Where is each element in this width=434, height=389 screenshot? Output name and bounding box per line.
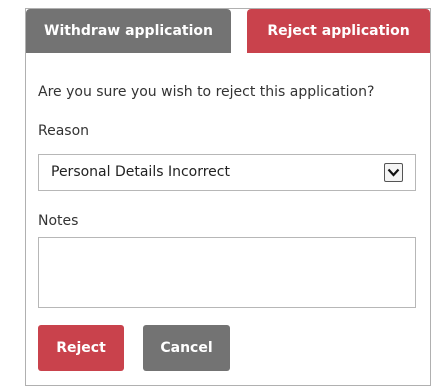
reason-selected-value: Personal Details Incorrect	[51, 164, 230, 180]
cancel-button[interactable]: Cancel	[143, 325, 230, 371]
reject-button[interactable]: Reject	[38, 325, 124, 371]
tab-withdraw-application[interactable]: Withdraw application	[26, 9, 231, 53]
chevron-down-icon[interactable]	[384, 163, 403, 182]
confirmation-question: Are you sure you wish to reject this app…	[38, 84, 375, 100]
reason-select[interactable]: Personal Details Incorrect	[38, 154, 416, 191]
dialog-tabs: Withdraw application Reject application	[26, 9, 430, 53]
notes-textarea[interactable]	[38, 237, 416, 308]
notes-label: Notes	[38, 213, 79, 229]
reason-label: Reason	[38, 123, 90, 139]
tab-reject-application[interactable]: Reject application	[247, 9, 430, 53]
reject-application-dialog: Withdraw application Reject application …	[25, 8, 431, 386]
chevron-down-icon-glyph	[387, 168, 400, 177]
